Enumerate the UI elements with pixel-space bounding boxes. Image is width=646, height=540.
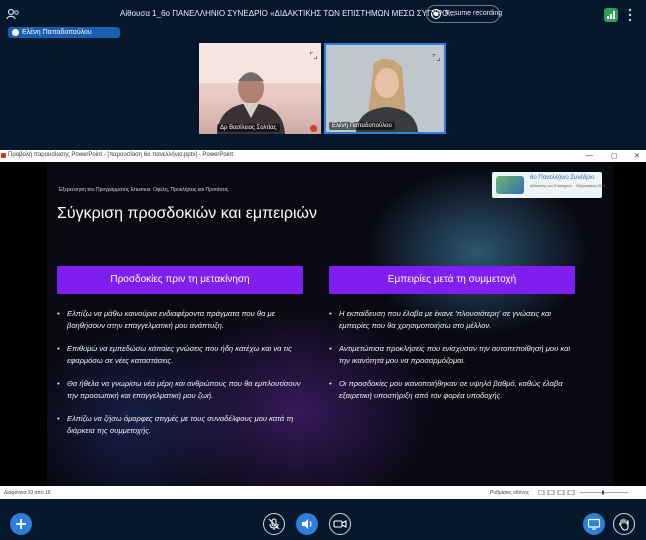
slide-header: Εξερεύνηση του Προγράμματος Erasmus: Οφέ… xyxy=(59,187,229,193)
record-icon xyxy=(431,9,441,19)
expand-icon[interactable] xyxy=(432,48,441,62)
participant-video-image xyxy=(199,43,321,134)
powerpoint-logo-icon xyxy=(1,153,6,158)
video-tile-active[interactable]: Ελένη Παπαδοπούλου xyxy=(324,43,446,134)
room-title: Αίθουσα 1_6ο ΠΑΝΕΛΛΗΝΙΟ ΣΥΝΕΔΡΙΟ «ΔΙΔΑΚΤ… xyxy=(120,9,456,18)
left-column-heading: Προσδοκίες πριν τη μετακίνηση xyxy=(57,266,303,294)
actions-button[interactable] xyxy=(10,513,32,535)
logo-date: Φεβρουάριος 2024 xyxy=(576,184,606,188)
right-bullet-list: Η εκπαίδευση που έλαβα με έκανε 'πλουσιό… xyxy=(329,308,581,413)
close-icon[interactable]: ✕ xyxy=(634,152,640,160)
slide[interactable]: Εξερεύνηση του Προγράμματος Erasmus: Οφέ… xyxy=(47,162,613,486)
bullet-item: Αντιμετώπισα προκλήσεις που ενίσχυσαν τη… xyxy=(329,343,581,367)
raise-hand-button[interactable] xyxy=(613,513,635,535)
right-column-heading: Εμπειρίες μετά τη συμμετοχή xyxy=(329,266,575,294)
logo-subtitle: Διδακτικής των Επιστημών xyxy=(530,184,572,188)
presenter-name: Ελένη Παπαδοπούλου xyxy=(22,29,92,36)
hand-icon xyxy=(618,518,629,531)
expand-icon[interactable] xyxy=(309,46,318,60)
logo-mark-icon xyxy=(496,176,524,194)
more-options-icon[interactable] xyxy=(628,8,632,22)
bullet-item: Θα ήθελα να γνωρίσω νέα μέρη και ανθρώπο… xyxy=(57,378,309,402)
ppt-status-bar: Διαφάνεια 10 από 16 Ρυθμίσεις οθόνης xyxy=(0,486,646,499)
bottom-bar xyxy=(0,505,646,540)
connection-status-icon[interactable] xyxy=(604,8,618,22)
minimize-icon[interactable]: — xyxy=(586,152,593,159)
logo-title: 6ο Πανελλήνιο Συνέδριο xyxy=(530,175,595,181)
powerpoint-window: Προβολή παρουσίασης PowerPoint - [παρουσ… xyxy=(0,150,646,499)
bullet-item: Ελπίζω να μάθω καινούρια ενδιαφέροντα πρ… xyxy=(57,308,309,332)
maximize-icon[interactable]: ▢ xyxy=(611,152,618,160)
microphone-off-icon xyxy=(268,518,280,530)
top-bar: Αίθουσα 1_6ο ΠΑΝΕΛΛΗΝΙΟ ΣΥΝΕΔΡΙΟ «ΔΙΔΑΚΤ… xyxy=(0,0,646,28)
bullet-item: Επιθυμώ να εμπεδώσω κάποιες γνώσεις που … xyxy=(57,343,309,367)
participant-name: Ελένη Παπαδοπούλου xyxy=(329,122,395,130)
screen-share-icon xyxy=(587,518,601,530)
participant-video-image xyxy=(326,45,444,132)
participants-icon[interactable] xyxy=(6,8,20,20)
bullet-item: Ελπίζω να ζήσω όμορφες στιγμές με τους σ… xyxy=(57,413,309,437)
ppt-titlebar: Προβολή παρουσίασης PowerPoint - [παρουσ… xyxy=(0,150,646,162)
participant-name: Δρ Βασίλειος Σολτίας xyxy=(217,124,280,132)
camera-button[interactable] xyxy=(329,513,351,535)
presenter-tag: Ελένη Παπαδοπούλου xyxy=(8,27,120,38)
camera-icon xyxy=(333,520,347,528)
speaker-icon xyxy=(302,519,312,529)
plus-icon xyxy=(16,519,26,529)
screen-share-button[interactable] xyxy=(583,513,605,535)
slide-area: Εξερεύνηση του Προγράμματος Erasmus: Οφέ… xyxy=(0,162,646,486)
bullet-item: Η εκπαίδευση που έλαβα με έκανε 'πλουσιό… xyxy=(329,308,581,332)
slide-title: Σύγκριση προσδοκιών και εμπειριών xyxy=(57,205,318,222)
slide-counter: Διαφάνεια 10 από 16 xyxy=(4,490,51,496)
view-controls[interactable] xyxy=(538,490,634,495)
video-tile[interactable]: Δρ Βασίλειος Σολτίας xyxy=(199,43,321,134)
left-bullet-list: Ελπίζω να μάθω καινούρια ενδιαφέροντα πρ… xyxy=(57,308,309,448)
recording-label: Resume recording xyxy=(445,10,503,17)
mute-microphone-button[interactable] xyxy=(263,513,285,535)
presenter-icon xyxy=(12,29,19,36)
audio-button[interactable] xyxy=(296,513,318,535)
ppt-window-title: Προβολή παρουσίασης PowerPoint - [παρουσ… xyxy=(8,152,234,158)
bullet-item: Οι προσδοκίες μου ικανοποιήθηκαν σε υψηλ… xyxy=(329,378,581,402)
resume-recording-button[interactable]: Resume recording xyxy=(426,5,503,23)
display-settings-button[interactable]: Ρυθμίσεις οθόνης xyxy=(490,490,529,496)
muted-icon xyxy=(310,125,317,132)
conference-logo: 6ο Πανελλήνιο Συνέδριο Διδακτικής των Επ… xyxy=(492,172,606,198)
